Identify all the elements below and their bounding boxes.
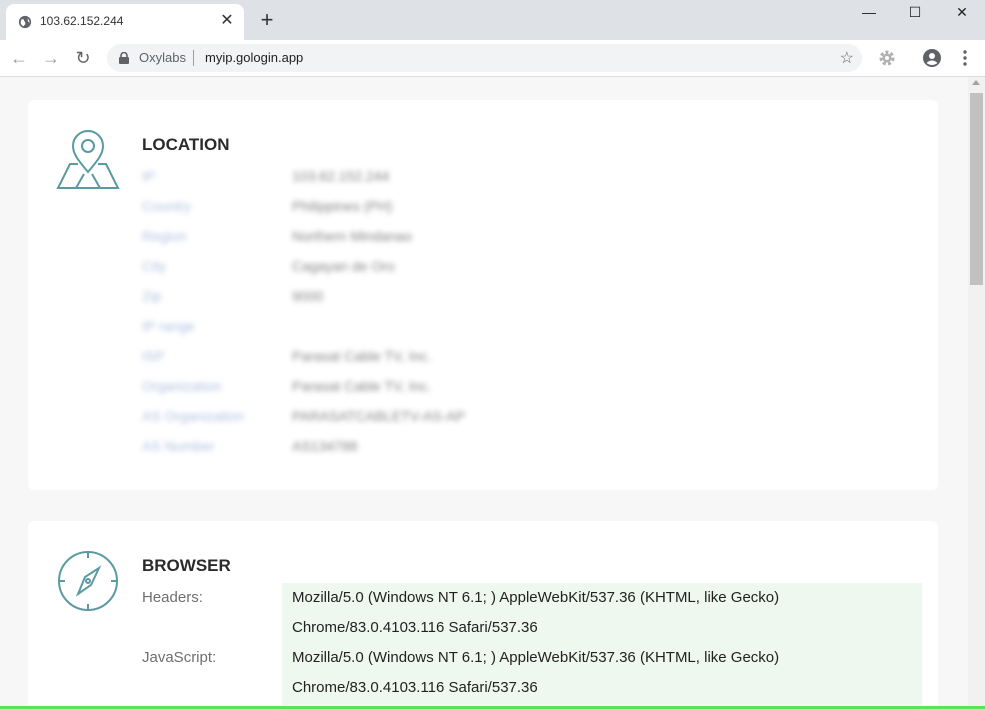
row-label: IP xyxy=(142,168,156,184)
globe-icon xyxy=(18,15,32,29)
toolbar: ← → ↻ Oxylabs myip.gologin.app ☆ xyxy=(0,40,985,77)
compass-icon xyxy=(58,551,118,611)
row-value: Parasat Cable TV, Inc. xyxy=(292,378,432,394)
row-label: Country xyxy=(142,198,192,214)
row-value: 9000 xyxy=(292,288,324,304)
javascript-value-line2: Chrome/83.0.4103.116 Safari/537.36 xyxy=(292,679,538,696)
location-row-country: Country Philippines (PH) xyxy=(142,198,922,228)
forward-button[interactable]: → xyxy=(39,46,63,70)
location-row-isp: ISP Parasat Cable TV, Inc. xyxy=(142,348,922,378)
back-button[interactable]: ← xyxy=(7,46,31,70)
row-label: Organization xyxy=(142,378,222,394)
location-row-as-number: AS Number AS134788 xyxy=(142,438,922,468)
row-label: ISP xyxy=(142,348,165,364)
browser-title: BROWSER xyxy=(142,556,231,575)
headers-value-line1: Mozilla/5.0 (Windows NT 6.1; ) AppleWebK… xyxy=(292,589,780,606)
row-value: Parasat Cable TV, Inc. xyxy=(292,348,432,364)
browser-tab[interactable]: 103.62.152.244 ✕ xyxy=(6,4,244,40)
url-text[interactable]: myip.gologin.app xyxy=(205,50,303,65)
close-window-button[interactable]: ✕ xyxy=(939,0,985,24)
location-row-city: City Cagayan de Oro xyxy=(142,258,922,288)
menu-dots-icon[interactable] xyxy=(955,48,975,68)
maximize-button[interactable]: ☐ xyxy=(892,0,938,24)
page-content: LOCATION IP 103.62.152.244 Country Phili… xyxy=(0,77,968,709)
row-label: AS Organization xyxy=(142,408,244,424)
browser-card: BROWSER Headers: Mozilla/5.0 (Windows NT… xyxy=(28,521,938,709)
minimize-button[interactable]: — xyxy=(846,0,892,24)
map-pin-icon xyxy=(56,130,120,189)
tab-close-icon[interactable]: ✕ xyxy=(218,12,236,30)
lock-icon xyxy=(119,52,129,64)
address-separator xyxy=(193,50,194,66)
location-row-organization: Organization Parasat Cable TV, Inc. xyxy=(142,378,922,408)
tab-title: 103.62.152.244 xyxy=(40,14,124,28)
row-label: IP range xyxy=(142,318,195,334)
row-label: Zip xyxy=(142,288,162,304)
location-row-zip: Zip 9000 xyxy=(142,288,922,318)
location-row-ip: IP 103.62.152.244 xyxy=(142,168,922,198)
tab-strip: 103.62.152.244 ✕ + — ☐ ✕ xyxy=(0,0,985,40)
bookmark-star-icon[interactable]: ☆ xyxy=(840,48,854,68)
location-card: LOCATION IP 103.62.152.244 Country Phili… xyxy=(28,100,938,490)
site-identity: Oxylabs xyxy=(139,50,186,65)
scroll-up-arrow-icon[interactable] xyxy=(972,80,980,85)
scrollbar-thumb[interactable] xyxy=(970,93,983,285)
row-value: PARASATCABLETV-AS-AP xyxy=(292,408,465,424)
vertical-scrollbar[interactable] xyxy=(968,77,985,709)
new-tab-button[interactable]: + xyxy=(256,9,278,31)
row-value: AS134788 xyxy=(292,438,358,454)
gear-icon[interactable] xyxy=(877,48,897,68)
row-value: Cagayan de Oro xyxy=(292,258,395,274)
row-label: AS Number xyxy=(142,438,215,454)
javascript-value-line1: Mozilla/5.0 (Windows NT 6.1; ) AppleWebK… xyxy=(292,649,780,666)
address-bar[interactable]: Oxylabs myip.gologin.app ☆ xyxy=(107,44,862,72)
headers-value-line2: Chrome/83.0.4103.116 Safari/537.36 xyxy=(292,619,538,636)
row-value: Philippines (PH) xyxy=(292,198,393,214)
location-title: LOCATION xyxy=(142,135,230,154)
javascript-label: JavaScript: xyxy=(142,649,217,666)
reload-button[interactable]: ↻ xyxy=(71,46,95,70)
headers-label: Headers: xyxy=(142,589,203,606)
location-row-region: Region Northern Mindanao xyxy=(142,228,922,258)
row-label: Region xyxy=(142,228,187,244)
profile-icon[interactable] xyxy=(922,48,942,68)
location-row-ip-range: IP range xyxy=(142,318,922,348)
location-row-as-organization: AS Organization PARASATCABLETV-AS-AP xyxy=(142,408,922,438)
row-value: 103.62.152.244 xyxy=(292,168,390,184)
row-label: City xyxy=(142,258,167,274)
row-value: Northern Mindanao xyxy=(292,228,412,244)
